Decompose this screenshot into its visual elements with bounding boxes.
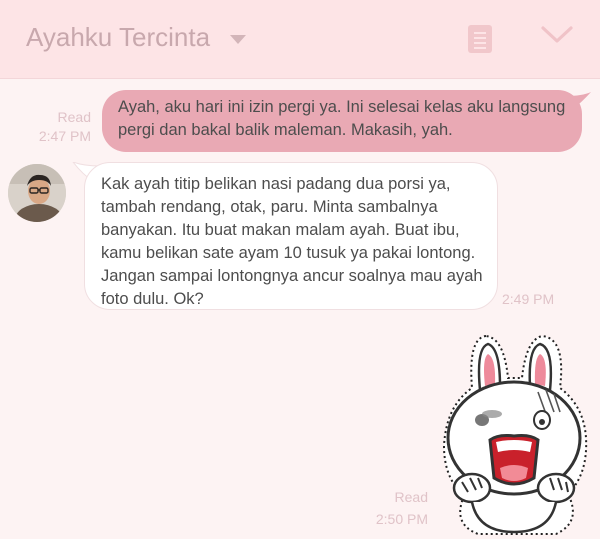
chat-title[interactable]: Ayahku Tercinta — [26, 22, 210, 53]
shocked-bunny-sticker[interactable] — [438, 328, 590, 538]
read-receipt: Read — [394, 489, 428, 505]
message-time: 2:47 PM — [38, 128, 91, 144]
chevron-down-icon[interactable] — [540, 24, 574, 46]
notes-icon[interactable] — [468, 25, 492, 53]
message-time: 2:49 PM — [502, 291, 555, 307]
avatar[interactable] — [8, 164, 66, 222]
caret-down-icon[interactable] — [230, 35, 246, 44]
message-time: 2:50 PM — [375, 511, 428, 527]
chat-header: Ayahku Tercinta — [0, 0, 600, 79]
incoming-message-bubble[interactable]: Kak ayah titip belikan nasi padang dua p… — [84, 162, 498, 310]
outgoing-message-bubble[interactable]: Ayah, aku hari ini izin pergi ya. Ini se… — [102, 90, 582, 152]
read-receipt: Read — [57, 109, 91, 125]
